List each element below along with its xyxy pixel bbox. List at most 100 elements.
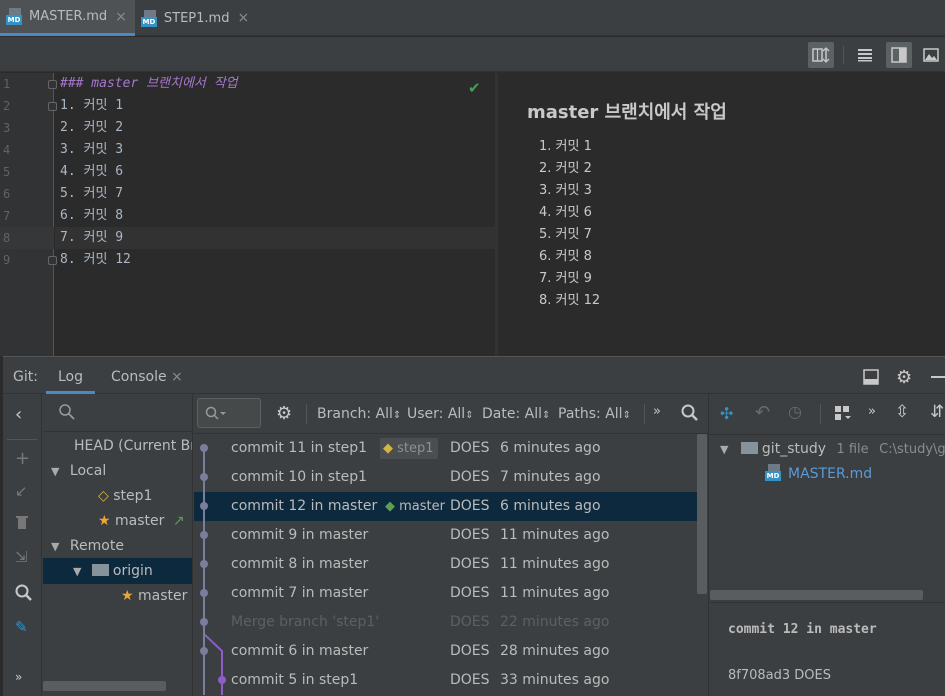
group-by-icon[interactable] [834,405,852,425]
preview-list-item: 8. 커밋 12 [539,293,601,308]
code-line[interactable]: ### master 브랜치에서 작업 [60,73,238,95]
sync-scroll-button[interactable] [808,42,834,68]
commit-node[interactable] [200,647,208,655]
commit-row[interactable]: commit 6 in master DOES 28 minutes ago [194,637,699,666]
expand-more-icon[interactable]: » [15,670,22,684]
editor-toolbar [0,37,945,72]
window-layout-icon[interactable] [863,369,879,389]
trash-icon[interactable] [15,514,29,534]
branch-filter[interactable]: Branch: All⇕ [317,406,401,422]
branch-group-local[interactable]: ▼ Local [51,459,106,484]
branch-master[interactable]: ★ master ↗ [98,509,185,533]
expand-all-icon[interactable]: ⇳ [895,402,909,422]
branch-group-remote[interactable]: ▼ Remote [51,534,124,559]
preview-list-item: 4. 커밋 6 [539,205,592,220]
code-line[interactable]: 5. 커밋 7 [60,183,123,205]
remote-origin[interactable]: ▼ origin [73,559,153,584]
close-icon[interactable]: × [237,10,249,26]
commit-row[interactable]: commit 8 in master DOES 11 minutes ago [194,550,699,579]
branch-head[interactable]: HEAD (Current Branch) [74,434,192,458]
filter-label: Date: All [482,406,542,422]
expand-more-icon[interactable]: » [868,404,876,419]
undo-icon[interactable]: ↶ [755,402,770,423]
chevron-left-icon[interactable]: ‹ [15,404,22,425]
history-icon[interactable]: ◷ [788,402,802,421]
code-line[interactable]: 3. 커밋 3 [60,139,123,161]
user-filter[interactable]: User: All⇕ [407,406,474,422]
commit-author: DOES [450,527,490,543]
remote-branch-master[interactable]: ★ master [121,584,187,608]
branch-tag: ◆ master [382,496,449,517]
updown-icon: ⇕ [542,410,551,421]
expand-more-icon[interactable]: » [653,404,661,419]
code-line[interactable]: 7. 커밋 9 [60,227,123,249]
commit-row[interactable]: commit 7 in master DOES 11 minutes ago [194,579,699,608]
vertical-scrollbar[interactable] [697,434,707,594]
fold-marker-icon[interactable] [48,80,57,89]
commit-node[interactable] [200,473,208,481]
commit-details-panel: ✣ ↶ ◷ » ⇳ ⇵ ▼ git_study 1 file C:\study\… [710,394,945,696]
commit-row[interactable]: Merge branch 'step1' DOES 22 minutes ago [194,608,699,637]
log-search-input[interactable] [197,398,261,428]
preview-only-button[interactable] [918,42,944,68]
commit-node[interactable] [200,560,208,568]
changed-file[interactable]: MD MASTER.md [765,462,872,486]
cherry-pick-icon[interactable]: ✣ [720,404,733,423]
edit-icon[interactable]: ✎ [15,618,28,636]
commit-message: commit 8 in master [231,556,369,572]
branches-panel: HEAD (Current Branch) ▼ Local ◇ step1 ★ … [43,394,193,696]
search-icon[interactable] [681,404,699,426]
date-filter[interactable]: Date: All⇕ [482,406,550,422]
preview-list-item: 7. 커밋 9 [539,271,592,286]
markdown-editor[interactable]: 1 2 3 4 5 6 7 8 9 ### master 브랜치에서 작업 1. 커밋 1 2. 커… [0,73,495,356]
paths-filter[interactable]: Paths: All⇕ [558,406,631,422]
minimize-icon[interactable] [931,376,945,378]
code-line[interactable]: 1. 커밋 1 [60,95,123,117]
commit-date: 11 minutes ago [500,527,610,543]
horizontal-scrollbar[interactable] [710,590,923,600]
commit-row[interactable]: commit 9 in master DOES 11 minutes ago [194,521,699,550]
branch-step1[interactable]: ◇ step1 [98,484,152,508]
gear-icon[interactable]: ⚙ [276,403,292,424]
close-icon[interactable]: × [171,369,183,385]
graph-branch-line [203,622,223,695]
horizontal-scrollbar[interactable] [43,681,166,691]
code-line[interactable]: 6. 커밋 8 [60,205,123,227]
close-icon[interactable]: × [115,9,127,25]
commit-row[interactable]: commit 5 in step1 DOES 33 minutes ago [194,666,699,695]
changes-root[interactable]: ▼ git_study 1 file C:\study\git_study [720,437,945,462]
commit-node[interactable] [200,444,208,452]
code-line[interactable]: 4. 커밋 6 [60,161,123,183]
fold-marker-icon[interactable] [48,102,57,111]
preview-list-item: 3. 커밋 3 [539,183,592,198]
tab-log[interactable]: Log [46,357,96,394]
tag-icon: ◇ [98,488,109,504]
commit-node[interactable] [200,589,208,597]
commit-row[interactable]: commit 12 in master ◆ master DOES 6 minutes… [194,492,699,521]
commit-node[interactable] [200,531,208,539]
tab-console[interactable]: Console × [111,357,183,394]
fold-marker-icon[interactable] [48,256,57,265]
commit-row[interactable]: commit 10 in step1 DOES 7 minutes ago [194,463,699,492]
search-icon[interactable] [59,404,75,424]
collapse-all-icon[interactable]: ⇵ [930,402,944,422]
commit-node[interactable] [200,502,208,510]
preview-heading: master 브랜치에서 작업 [527,102,727,123]
plus-icon[interactable]: + [15,448,30,469]
commit-node[interactable] [218,676,226,684]
tab-master-md[interactable]: MD MASTER.md × [0,0,135,36]
branch-label: master [115,513,165,529]
commit-node[interactable] [200,618,208,626]
arrow-down-left-icon[interactable]: ↙ [15,482,28,500]
code-line[interactable]: 2. 커밋 2 [60,117,123,139]
search-icon[interactable] [15,584,33,606]
gear-icon[interactable]: ⚙ [896,367,912,388]
filter-label: User: All [407,406,466,422]
commit-row[interactable]: commit 11 in step1 ◆ step1 DOES 6 minutes a… [194,434,699,463]
editor-only-button[interactable] [852,42,878,68]
code-line[interactable]: 8. 커밋 12 [60,249,131,271]
tab-step1-md[interactable]: MD STEP1.md × [135,0,257,36]
markdown-file-icon: MD [765,464,782,481]
split-view-button[interactable] [886,42,912,68]
merge-icon[interactable]: ⇲ [15,548,28,566]
